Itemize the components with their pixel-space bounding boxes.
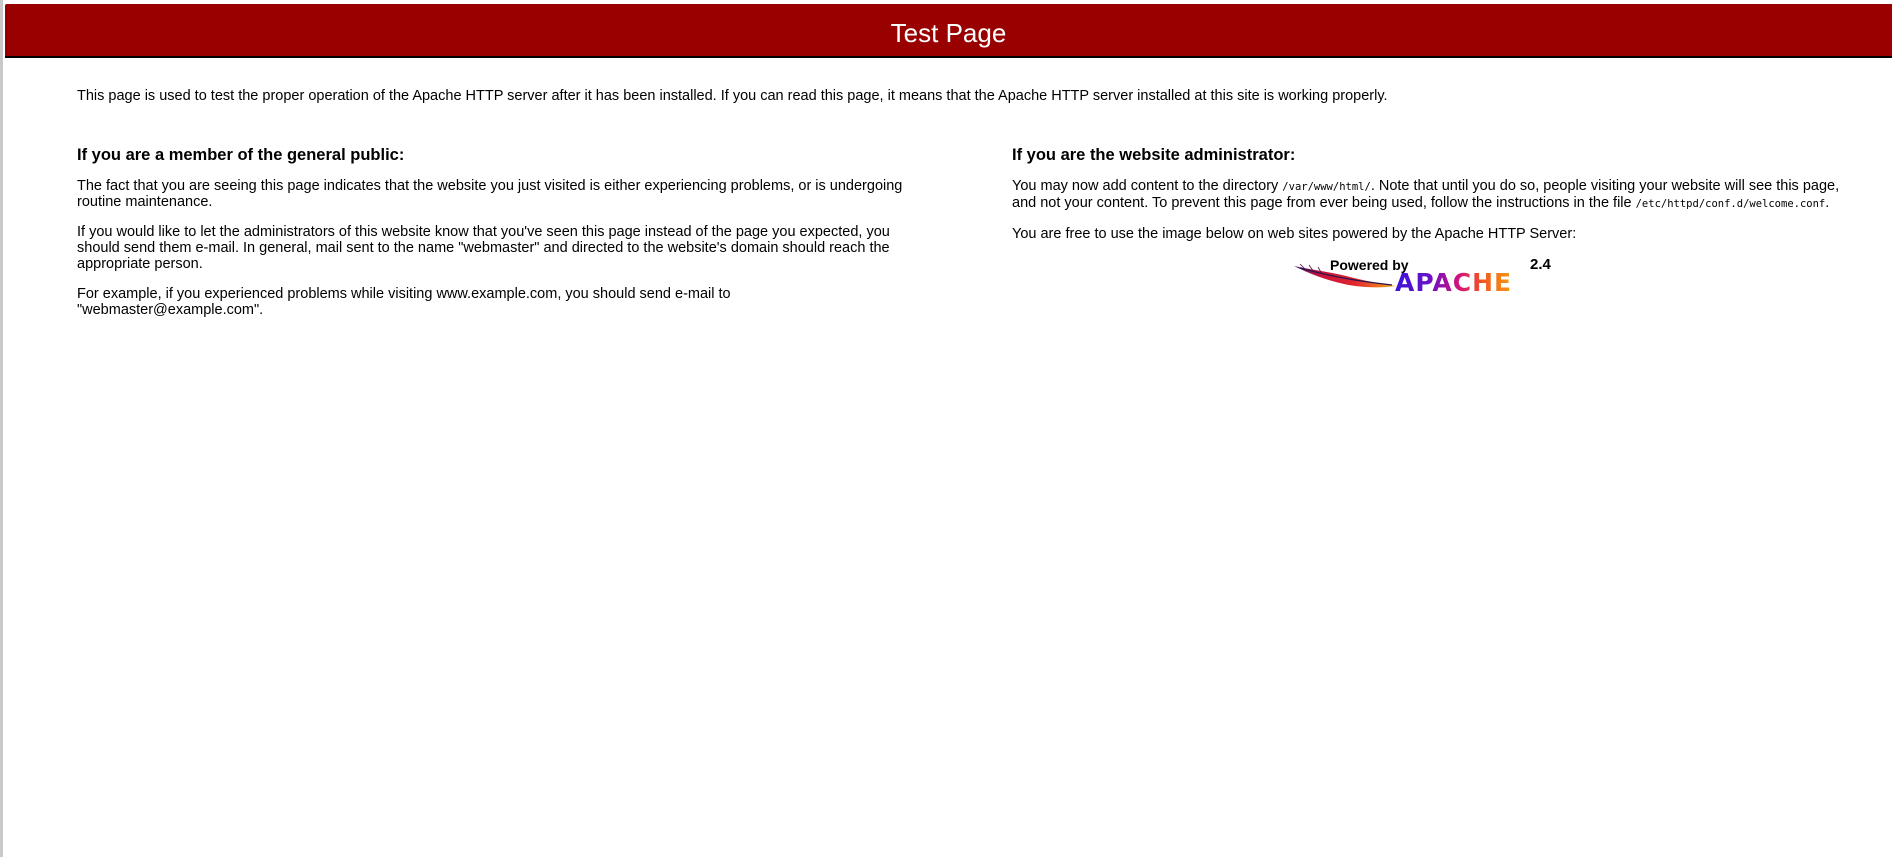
page-header: Test Page	[5, 4, 1892, 58]
intro-section: This page is used to test the proper ope…	[77, 88, 1857, 104]
administrator-section: If you are the website administrator: Yo…	[1012, 146, 1862, 256]
administrator-paragraph-1: You may now add content to the directory…	[1012, 178, 1862, 212]
browser-frame	[0, 0, 1892, 857]
admin-text-after: .	[1825, 195, 1830, 211]
intro-text: This page is used to test the proper ope…	[77, 88, 1388, 104]
welcome-conf-path: /etc/httpd/conf.d/welcome.conf	[1635, 198, 1826, 210]
powered-by-apache-logo: Powered by 2.4 APACHE	[1292, 256, 1562, 298]
general-public-paragraph-2: If you would like to let the administrat…	[77, 224, 890, 272]
page-title: Test Page	[890, 18, 1007, 48]
administrator-paragraph-2: You are free to use the image below on w…	[1012, 226, 1577, 242]
general-public-section: If you are a member of the general publi…	[77, 146, 907, 332]
general-public-paragraph-1: The fact that you are seeing this page i…	[77, 178, 903, 210]
apache-wordmark: APACHE	[1395, 268, 1513, 297]
general-public-paragraph-3: For example, if you experienced problems…	[77, 286, 731, 318]
administrator-heading: If you are the website administrator:	[1012, 146, 1296, 164]
general-public-heading: If you are a member of the general publi…	[77, 146, 405, 164]
admin-text-before: You may now add content to the directory	[1012, 178, 1283, 194]
html-directory-path: /var/www/html/	[1282, 181, 1371, 193]
apache-version: 2.4	[1530, 256, 1551, 273]
